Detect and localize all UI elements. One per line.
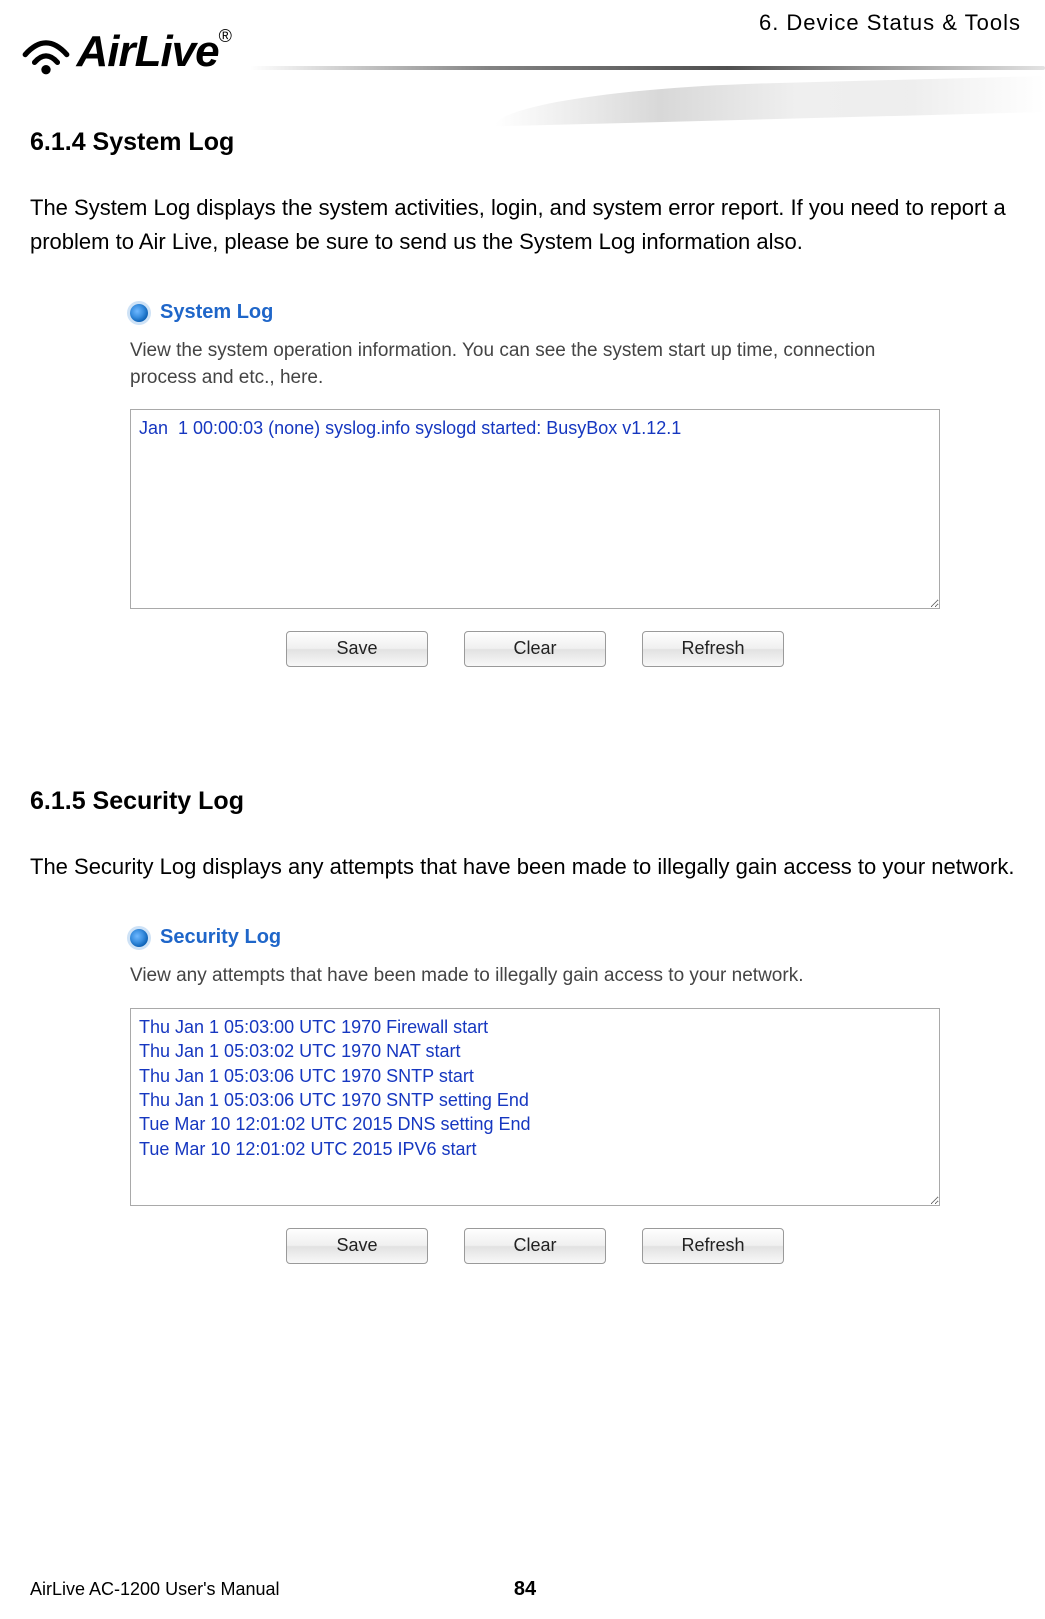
clear-button[interactable]: Clear (464, 1228, 606, 1264)
panel-title-row: System Log (130, 301, 940, 324)
section-614-heading: 6.1.4 System Log (30, 128, 1020, 157)
panel-title-row: Security Log (130, 926, 940, 949)
save-button[interactable]: Save (286, 631, 428, 667)
section-615-heading: 6.1.5 Security Log (30, 787, 1020, 816)
security-log-title: Security Log (160, 926, 281, 949)
page-footer: AirLive AC-1200 User's Manual 84 (30, 1578, 1020, 1601)
clear-button[interactable]: Clear (464, 631, 606, 667)
footer-page-number: 84 (514, 1578, 536, 1601)
wifi-icon (20, 26, 72, 78)
content-area: 6.1.4 System Log The System Log displays… (30, 128, 1020, 1264)
system-log-textarea[interactable]: Jan 1 00:00:03 (none) syslog.info syslog… (130, 409, 940, 609)
save-button[interactable]: Save (286, 1228, 428, 1264)
refresh-button[interactable]: Refresh (642, 1228, 784, 1264)
header-swoosh (250, 66, 1045, 70)
airlive-logo: AirLive® (20, 26, 260, 90)
registered-mark: ® (219, 26, 232, 46)
security-log-description: View any attempts that have been made to… (130, 963, 940, 990)
system-log-panel: System Log View the system operation inf… (130, 301, 940, 667)
security-log-buttons: Save Clear Refresh (130, 1228, 940, 1264)
chapter-title: 6. Device Status & Tools (759, 10, 1021, 36)
bullet-icon (130, 929, 148, 947)
security-log-panel: Security Log View any attempts that have… (130, 926, 940, 1264)
refresh-button[interactable]: Refresh (642, 631, 784, 667)
page: 6. Device Status & Tools AirLive® 6.1.4 … (0, 0, 1045, 1619)
security-log-textarea[interactable]: Thu Jan 1 05:03:00 UTC 1970 Firewall sta… (130, 1008, 940, 1206)
section-615-body: The Security Log displays any attempts t… (30, 850, 1020, 884)
system-log-buttons: Save Clear Refresh (130, 631, 940, 667)
system-log-title: System Log (160, 301, 273, 324)
bullet-icon (130, 304, 148, 322)
logo-text: AirLive (76, 27, 218, 77)
section-614-body: The System Log displays the system activ… (30, 191, 1020, 259)
footer-manual-title: AirLive AC-1200 User's Manual (30, 1579, 514, 1600)
system-log-description: View the system operation information. Y… (130, 338, 940, 391)
